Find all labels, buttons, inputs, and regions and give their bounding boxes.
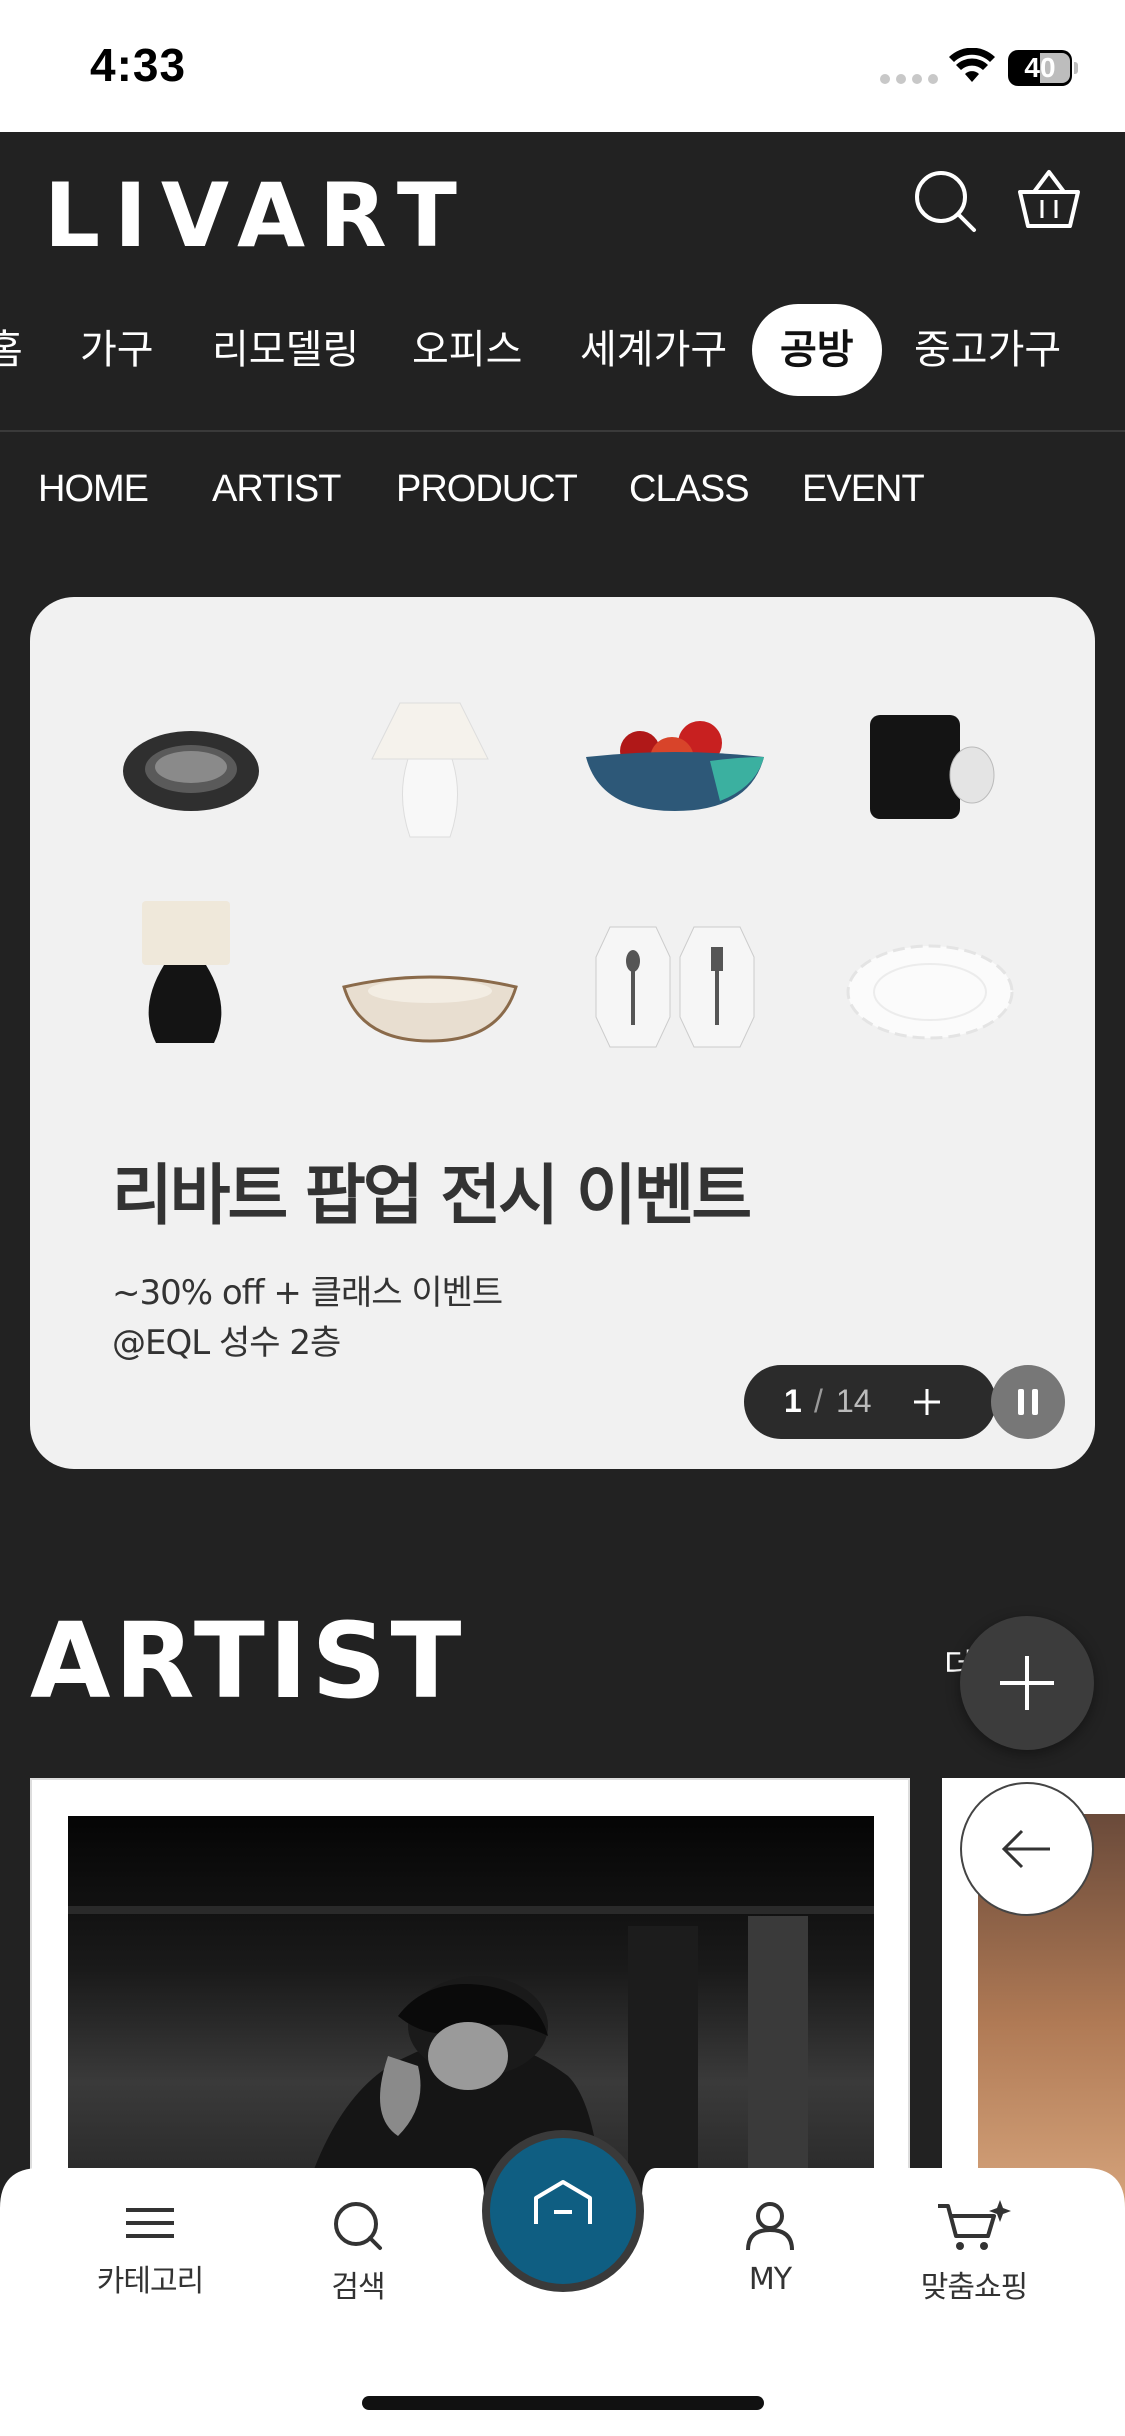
category-workshop-active[interactable]: 공방 [752,304,882,396]
home-button[interactable] [482,2130,644,2292]
category-home[interactable]: 홈 [0,304,23,396]
livart-logo[interactable]: LIVART [44,164,471,267]
pager-total: 14 [836,1383,872,1419]
home-indicator[interactable] [362,2396,764,2410]
banner-title: 리바트 팝업 전시 이벤트 [112,1157,752,1234]
arrow-left-icon [1001,1829,1050,1869]
status-time: 4:33 [90,39,187,91]
category-used-furniture[interactable]: 중고가구 [914,304,1061,396]
battery-level: 40 [1024,52,1056,83]
banner-subtitle-offer: ~30% off + 클래스 이벤트 [112,1273,503,1313]
pause-button[interactable] [991,1365,1065,1439]
subnav-product[interactable]: PRODUCT [396,468,578,511]
cutlery-trays-image [595,926,755,1048]
black-lamp-image [142,901,230,1043]
subnav-home[interactable]: HOME [38,468,149,511]
status-bar: 4:33 40 [0,0,1125,132]
pager-separator: / [814,1383,823,1419]
search-icon[interactable] [912,168,978,234]
tab-category[interactable]: 카테고리 [70,2198,230,2300]
tab-custom-shopping-label: 맞춤쇼핑 [920,2270,1028,2305]
back-fab-button[interactable] [960,1782,1094,1916]
tab-category-label: 카테고리 [96,2264,204,2299]
tab-search-label: 검색 [331,2270,385,2305]
cellular-signal-icon [880,74,938,84]
tab-search[interactable]: 검색 [278,2198,438,2306]
pager-current: 1 [784,1383,802,1419]
wifi-icon [949,48,995,82]
black-ceramic-plate-image [123,731,259,811]
plus-icon [1000,1656,1054,1710]
tab-my[interactable]: MY [690,2198,850,2297]
person-icon [746,2202,794,2251]
subnav-event[interactable]: EVENT [802,468,925,511]
artist-section-title: ARTIST [30,1600,466,1722]
banner-pager[interactable]: 1 / 14 [744,1365,996,1439]
banner-subtitle-location: @EQL 성수 2층 [112,1323,341,1363]
category-furniture[interactable]: 가구 [80,304,154,396]
battery-icon: 40 [1008,50,1078,86]
category-office[interactable]: 오피스 [412,304,522,396]
fruit-bowl-image [586,721,764,811]
ceramic-bowl-image [342,975,518,1043]
category-world-furniture[interactable]: 세계가구 [580,304,727,396]
add-fab-button[interactable] [960,1616,1094,1750]
white-table-lamp-image [371,702,489,838]
basket-icon[interactable] [1016,168,1082,234]
app-header: LIVART [0,132,1125,282]
category-nav: 홈 가구 리모델링 오피스 세계가구 공방 중고가구 [0,282,1125,432]
subnav-artist[interactable]: ARTIST [212,468,341,511]
menu-icon [126,2208,174,2238]
tab-custom-shopping[interactable]: 맞춤쇼핑 [894,2198,1054,2306]
sub-nav: HOME ARTIST PRODUCT CLASS EVENT [0,434,1125,546]
category-remodeling[interactable]: 리모델링 [212,304,359,396]
black-mug-image [870,715,995,819]
cart-sparkle-icon [938,2200,1011,2250]
plus-icon[interactable] [900,1375,954,1429]
white-scalloped-plate-image [846,944,1014,1040]
event-banner[interactable]: 리바트 팝업 전시 이벤트 ~30% off + 클래스 이벤트 @EQL 성수… [30,597,1095,1469]
home-icon [534,2180,592,2224]
search-icon [334,2202,382,2250]
tab-my-label: MY [748,2262,792,2297]
subnav-class[interactable]: CLASS [629,468,750,511]
pause-icon [1018,1389,1024,1415]
